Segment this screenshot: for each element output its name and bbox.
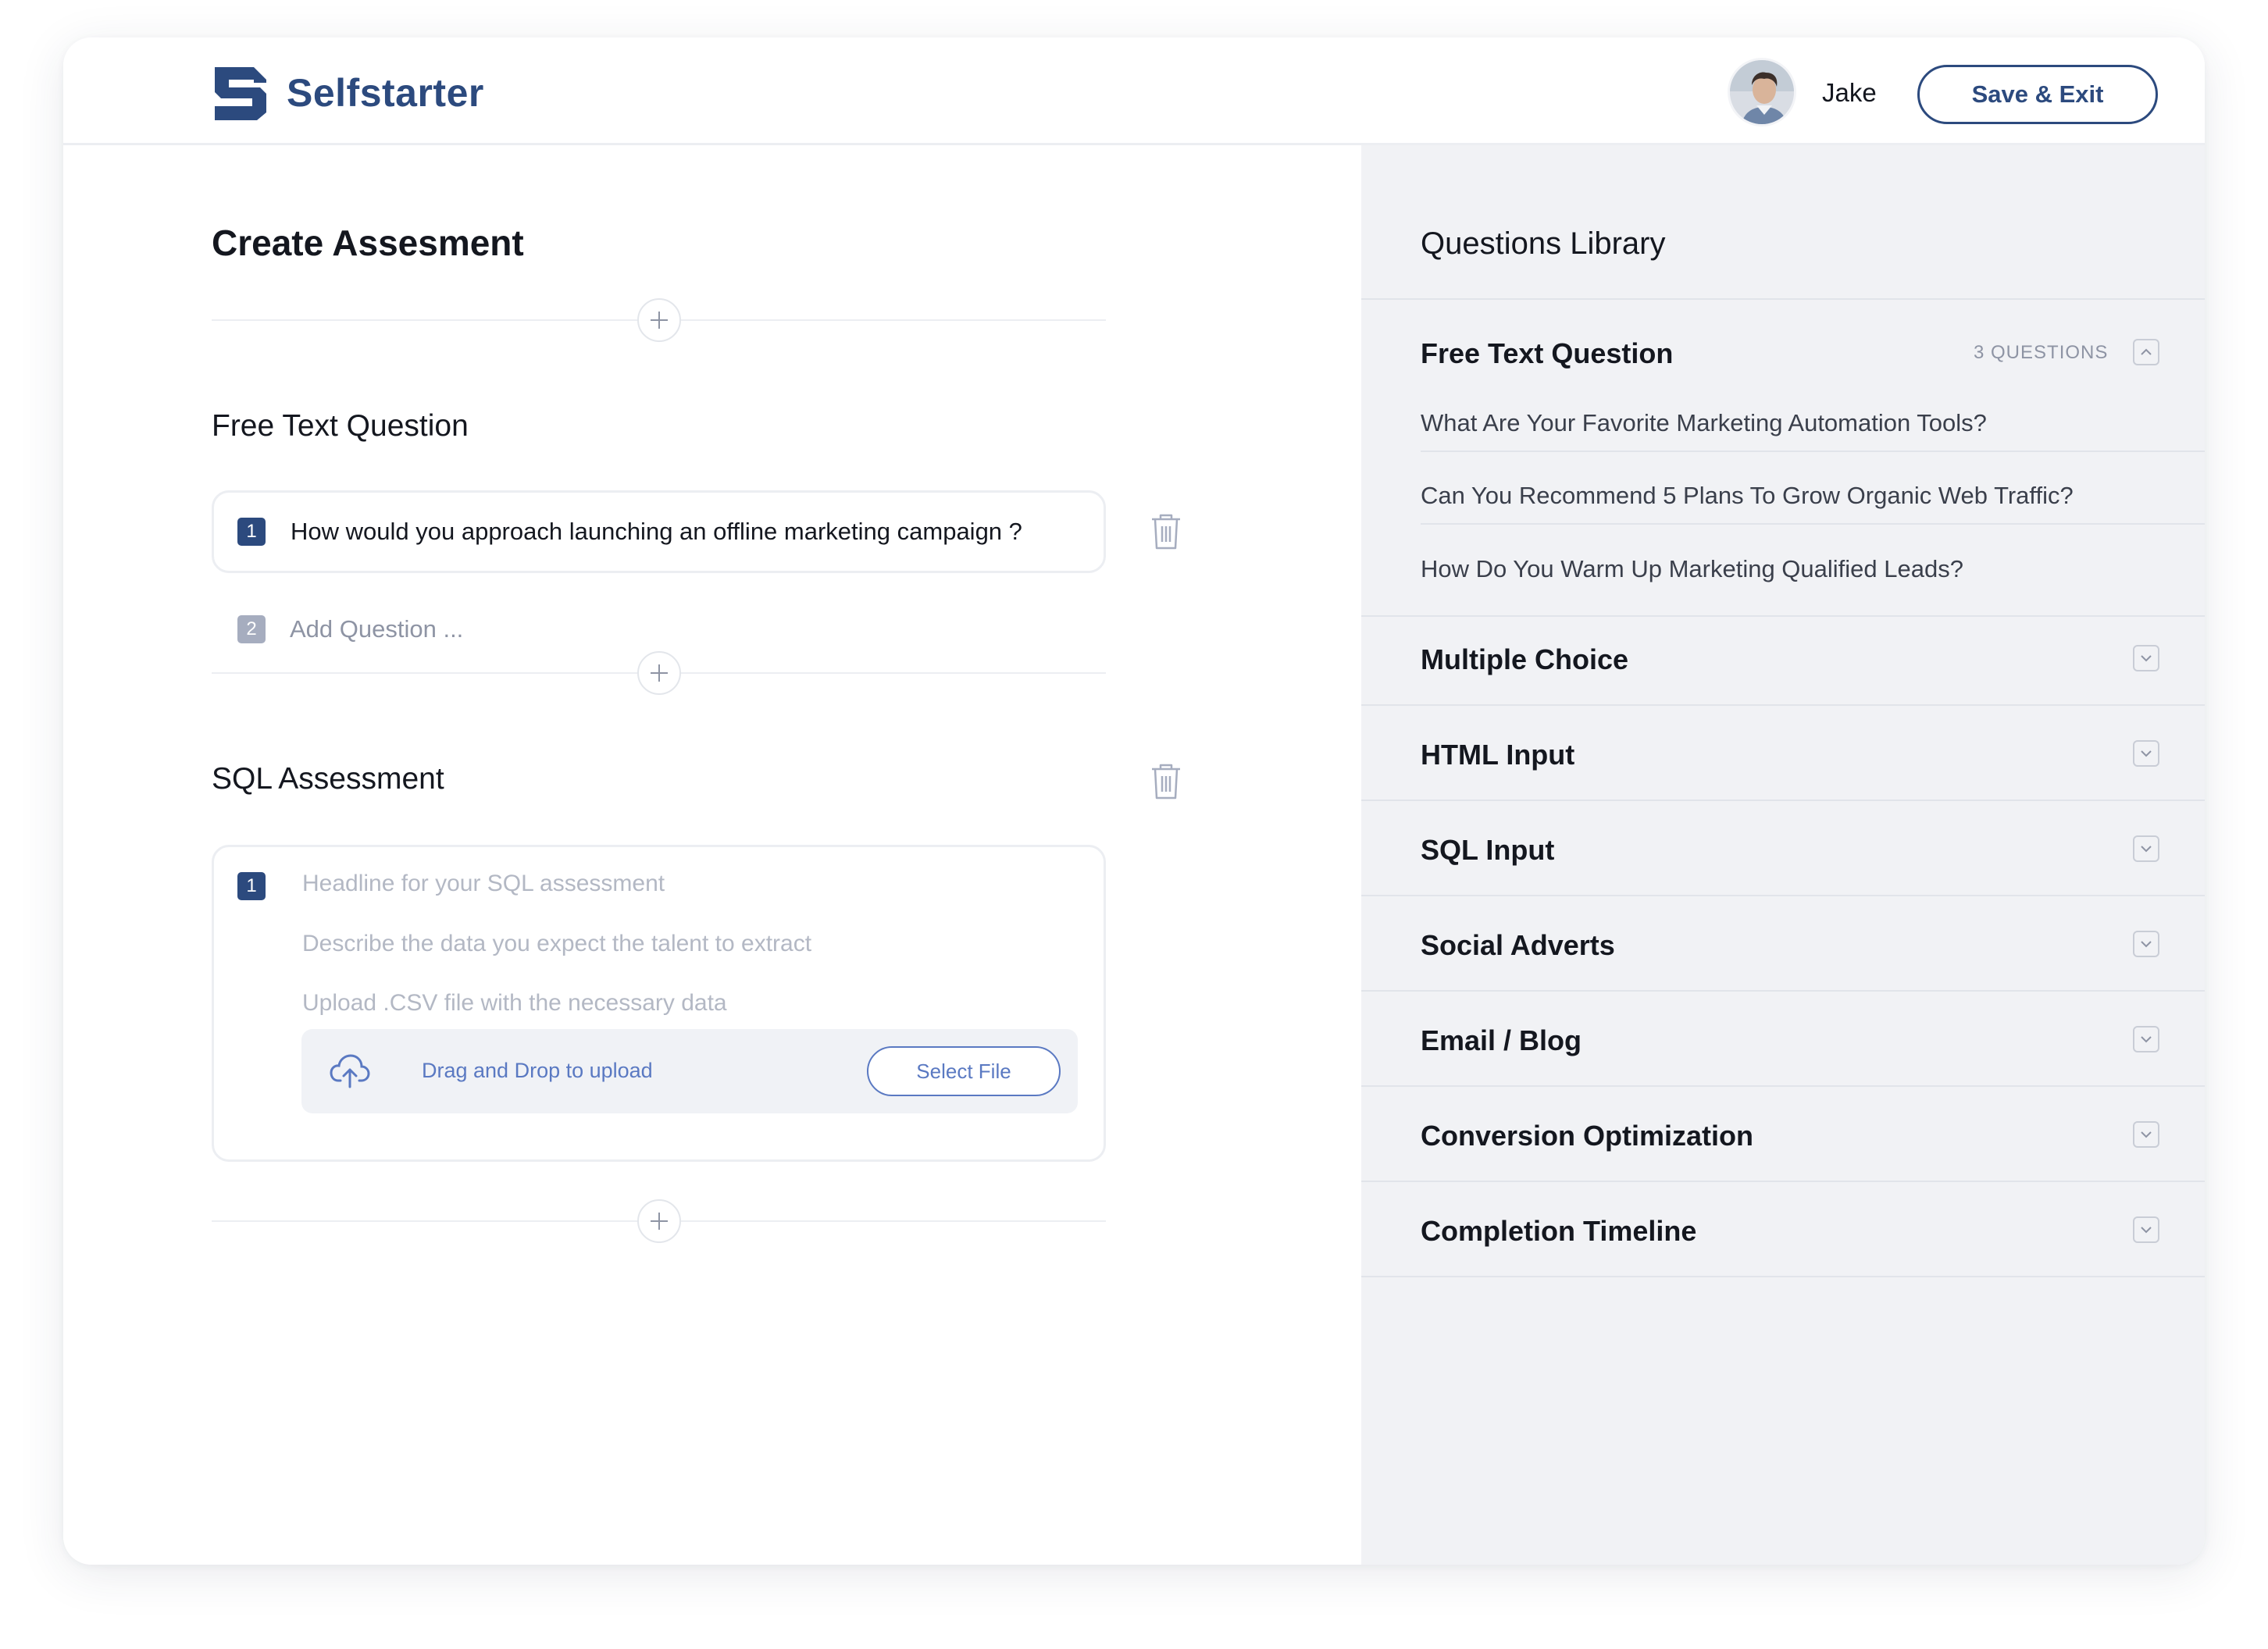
category-multiple-choice[interactable]: Multiple Choice (1421, 643, 1628, 676)
chevron-down-icon (2141, 750, 2152, 757)
question-text[interactable]: How would you approach launching an offl… (291, 518, 1022, 546)
library-divider (1361, 800, 2205, 801)
expand-category-button[interactable] (2133, 1216, 2159, 1243)
page-title: Create Assesment (212, 223, 524, 263)
user-name: Jake (1822, 78, 1877, 107)
upload-cloud-icon (330, 1054, 370, 1088)
top-header: Selfstarter Jake Save & Exit (63, 37, 2205, 145)
assessment-editor: Create Assesment Free Text Question 1 Ho… (63, 145, 1361, 1565)
expand-category-button[interactable] (2133, 931, 2159, 957)
chevron-down-icon (2141, 1227, 2152, 1234)
expand-category-button[interactable] (2133, 645, 2159, 671)
question-card[interactable]: 1 How would you approach launching an of… (212, 490, 1106, 573)
library-divider (1361, 1276, 2205, 1277)
plus-icon (651, 664, 668, 682)
add-section-button[interactable] (637, 298, 681, 342)
csv-dropzone[interactable]: Drag and Drop to upload Select File (301, 1029, 1078, 1113)
user-avatar-icon (1730, 60, 1794, 124)
expand-category-button[interactable] (2133, 835, 2159, 862)
logo-mark-icon (215, 67, 266, 120)
collapse-free-text-button[interactable] (2133, 339, 2159, 365)
add-question-input[interactable]: Add Question ... (290, 615, 463, 643)
category-sql-input[interactable]: SQL Input (1421, 834, 1554, 867)
brand-name: Selfstarter (287, 71, 484, 115)
library-divider (1361, 615, 2205, 617)
plus-icon (651, 1213, 668, 1230)
sql-section-title: SQL Assessment (212, 762, 444, 796)
library-question[interactable]: Can You Recommend 5 Plans To Grow Organi… (1421, 482, 2074, 510)
category-free-text[interactable]: Free Text Question (1421, 337, 1673, 370)
library-question[interactable]: What Are Your Favorite Marketing Automat… (1421, 409, 1987, 437)
trash-icon[interactable] (1149, 762, 1183, 801)
avatar[interactable] (1728, 58, 1796, 126)
chevron-down-icon (2141, 941, 2152, 948)
questions-library: Questions Library Free Text Question 3 Q… (1361, 145, 2205, 1565)
add-section-button[interactable] (637, 1199, 681, 1243)
brand-logo[interactable]: Selfstarter (212, 64, 484, 122)
chevron-up-icon (2141, 348, 2152, 355)
question-number-badge: 1 (237, 872, 266, 900)
library-title: Questions Library (1421, 226, 1666, 261)
question-count-badge: 3 QUESTIONS (1974, 342, 2109, 363)
plus-icon (651, 312, 668, 329)
dropzone-text: Drag and Drop to upload (422, 1059, 653, 1082)
expand-category-button[interactable] (2133, 1026, 2159, 1052)
save-exit-button[interactable]: Save & Exit (1917, 65, 2158, 124)
chevron-down-icon (2141, 1131, 2152, 1138)
library-divider (1361, 895, 2205, 896)
category-html-input[interactable]: HTML Input (1421, 739, 1574, 771)
category-email-blog[interactable]: Email / Blog (1421, 1024, 1582, 1057)
select-file-button[interactable]: Select File (867, 1046, 1061, 1096)
library-divider (1421, 451, 2205, 452)
category-completion-timeline[interactable]: Completion Timeline (1421, 1215, 1696, 1248)
library-question[interactable]: How Do You Warm Up Marketing Qualified L… (1421, 555, 1963, 583)
sql-headline-input[interactable]: Headline for your SQL assessment (302, 871, 665, 897)
add-question-number-badge: 2 (237, 615, 266, 643)
sql-description-input[interactable]: Describe the data you expect the talent … (302, 931, 811, 957)
chevron-down-icon (2141, 655, 2152, 662)
expand-category-button[interactable] (2133, 740, 2159, 767)
library-divider (1361, 704, 2205, 706)
library-divider (1421, 523, 2205, 525)
trash-icon[interactable] (1149, 512, 1183, 551)
chevron-down-icon (2141, 846, 2152, 853)
chevron-down-icon (2141, 1036, 2152, 1043)
free-text-section-title: Free Text Question (212, 409, 469, 443)
category-conversion-optimization[interactable]: Conversion Optimization (1421, 1120, 1753, 1152)
app-window: Selfstarter Jake Save & Exit Create Asse… (63, 37, 2205, 1565)
category-social-adverts[interactable]: Social Adverts (1421, 929, 1615, 962)
library-divider (1361, 990, 2205, 992)
csv-upload-hint: Upload .CSV file with the necessary data (302, 990, 727, 1016)
question-number-badge: 1 (237, 518, 266, 546)
library-divider (1361, 1085, 2205, 1087)
library-divider (1361, 1181, 2205, 1182)
expand-category-button[interactable] (2133, 1121, 2159, 1148)
add-section-button[interactable] (637, 651, 681, 695)
library-divider (1361, 298, 2205, 300)
